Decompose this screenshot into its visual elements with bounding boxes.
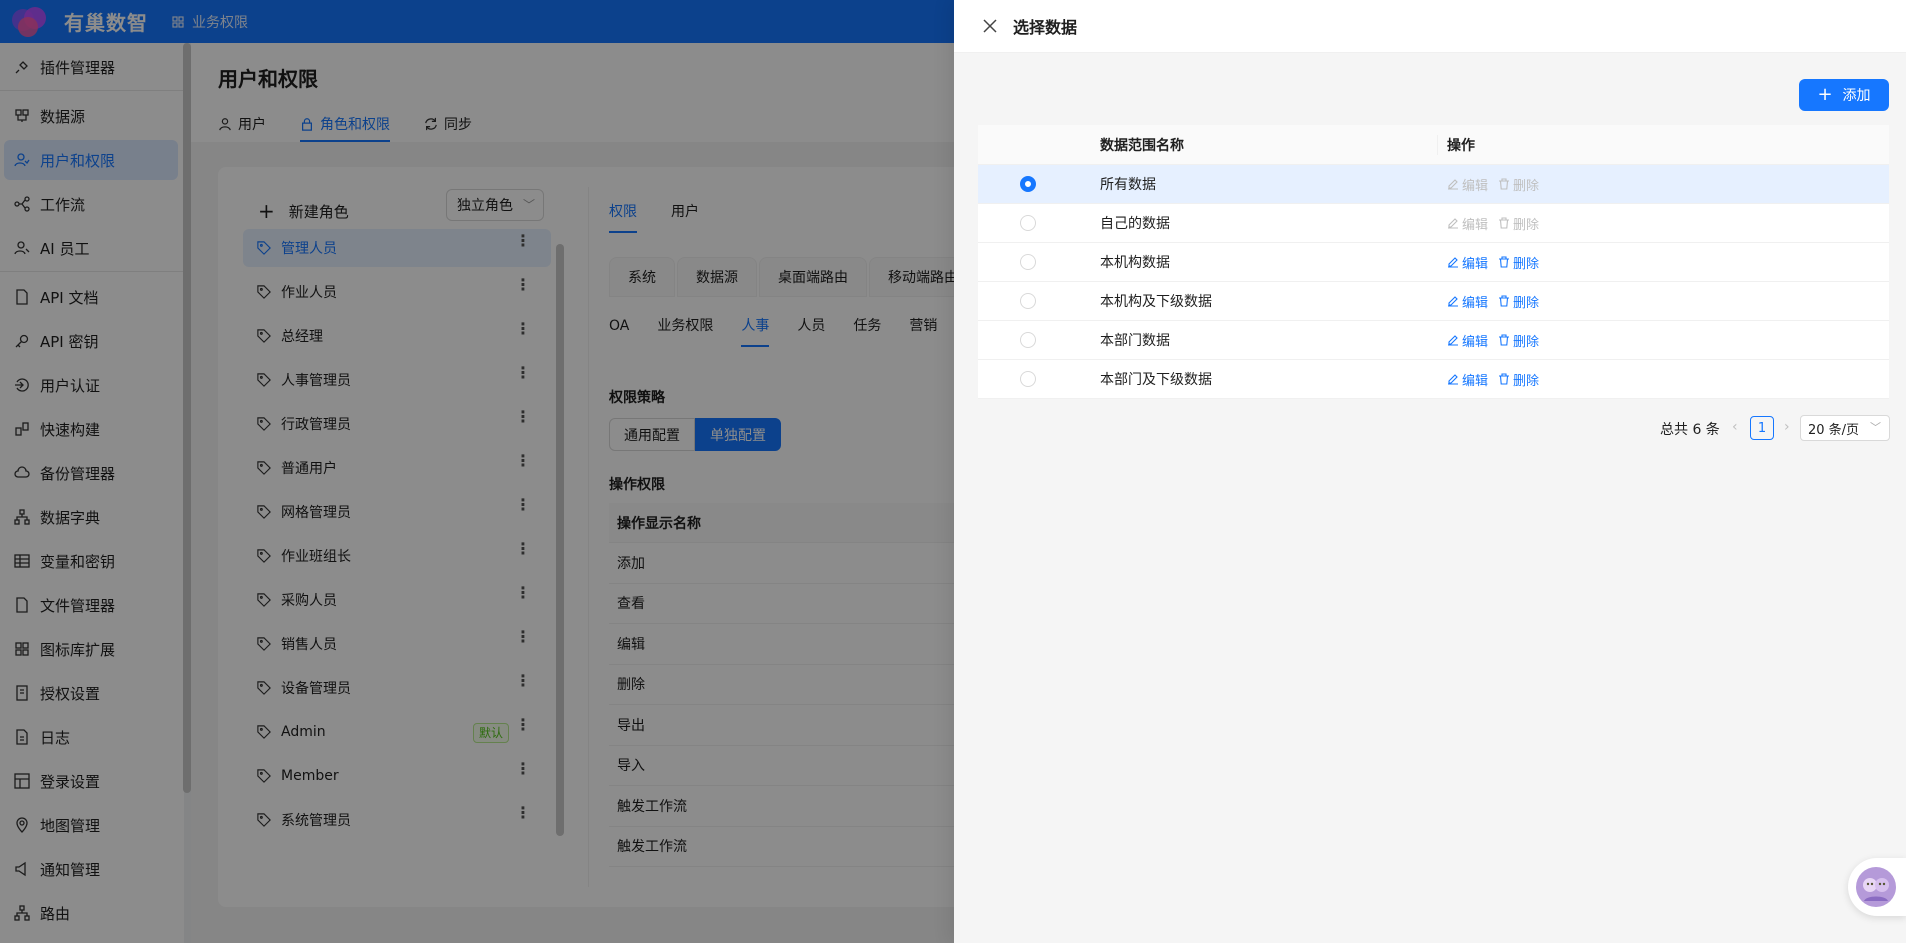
row-radio[interactable] [1020,332,1036,348]
table-row[interactable]: 本部门数据 编辑 删除 [978,321,1889,360]
avatar [1856,867,1896,907]
scope-name: 本部门数据 [1100,333,1170,349]
close-icon[interactable] [982,18,998,34]
add-button[interactable]: + 添加 [1799,79,1889,111]
table-row[interactable]: 所有数据 编辑 删除 [978,165,1889,204]
row-radio[interactable] [1020,293,1036,309]
scope-name: 自己的数据 [1100,216,1170,232]
trash-icon [1499,295,1510,307]
edit-label: 编辑 [1462,256,1489,272]
row-radio[interactable] [1020,371,1036,387]
edit-icon [1448,218,1458,229]
select-data-drawer: 选择数据 + 添加 数据范围名称 操作 所有数据 编辑 删除 自己的数据 编辑 … [954,0,1906,943]
pagination-total: 总共 6 条 [1660,422,1720,438]
delete-label: 删除 [1513,217,1540,233]
assistant-avatar-button[interactable] [1848,858,1906,916]
data-scope-table: 数据范围名称 操作 所有数据 编辑 删除 自己的数据 编辑 删除 本机构数据 编… [978,125,1889,399]
drawer-title: 选择数据 [1013,18,1078,37]
chevron-down-icon: ﹀ [1870,421,1881,434]
chevron-left-icon[interactable]: ‹ [1732,419,1738,435]
edit-icon [1448,296,1458,307]
edit-link[interactable]: 编辑 [1447,253,1488,272]
trash-icon [1499,178,1510,190]
edit-icon [1448,374,1458,385]
delete-link[interactable]: 删除 [1498,214,1539,233]
add-button-label: 添加 [1842,88,1871,104]
trash-icon [1499,373,1510,385]
delete-label: 删除 [1513,178,1540,194]
edit-label: 编辑 [1462,178,1489,194]
table-row[interactable]: 本部门及下级数据 编辑 删除 [978,360,1889,399]
delete-link[interactable]: 删除 [1498,331,1539,350]
edit-link[interactable]: 编辑 [1447,370,1488,389]
pagination: 总共 6 条 ‹ 1 › 20 条/页 ﹀ [954,414,1906,444]
edit-label: 编辑 [1462,334,1489,350]
trash-icon [1499,256,1510,268]
drawer-header: 选择数据 [954,0,1906,53]
row-radio[interactable] [1020,176,1036,192]
edit-link[interactable]: 编辑 [1447,175,1488,194]
delete-label: 删除 [1513,334,1540,350]
delete-label: 删除 [1513,373,1540,389]
trash-icon [1499,334,1510,346]
table-row[interactable]: 本机构数据 编辑 删除 [978,243,1889,282]
scope-name: 本机构数据 [1100,255,1170,271]
plus-icon: + [1817,84,1833,105]
ops-column-header: 操作 [1437,135,1889,155]
trash-icon [1499,217,1510,229]
table-header: 数据范围名称 操作 [978,125,1889,165]
delete-link[interactable]: 删除 [1498,370,1539,389]
edit-link[interactable]: 编辑 [1447,331,1488,350]
page-number[interactable]: 1 [1750,416,1774,440]
table-row[interactable]: 本机构及下级数据 编辑 删除 [978,282,1889,321]
delete-link[interactable]: 删除 [1498,175,1539,194]
page-size-value: 20 条/页 [1808,422,1860,438]
row-radio[interactable] [1020,215,1036,231]
delete-label: 删除 [1513,256,1540,272]
edit-label: 编辑 [1462,295,1489,311]
edit-icon [1448,257,1458,268]
delete-link[interactable]: 删除 [1498,292,1539,311]
edit-label: 编辑 [1462,217,1489,233]
name-column-header: 数据范围名称 [1100,137,1184,154]
table-row[interactable]: 自己的数据 编辑 删除 [978,204,1889,243]
page-size-select[interactable]: 20 条/页 ﹀ [1800,415,1890,441]
delete-link[interactable]: 删除 [1498,253,1539,272]
drawer-mask[interactable] [0,0,954,943]
chevron-right-icon[interactable]: › [1784,419,1790,435]
row-radio[interactable] [1020,254,1036,270]
delete-label: 删除 [1513,295,1540,311]
scope-name: 所有数据 [1100,177,1156,193]
edit-label: 编辑 [1462,373,1489,389]
edit-link[interactable]: 编辑 [1447,214,1488,233]
scope-name: 本机构及下级数据 [1100,294,1212,310]
edit-icon [1448,335,1458,346]
edit-icon [1448,179,1458,190]
scope-name: 本部门及下级数据 [1100,372,1212,388]
edit-link[interactable]: 编辑 [1447,292,1488,311]
